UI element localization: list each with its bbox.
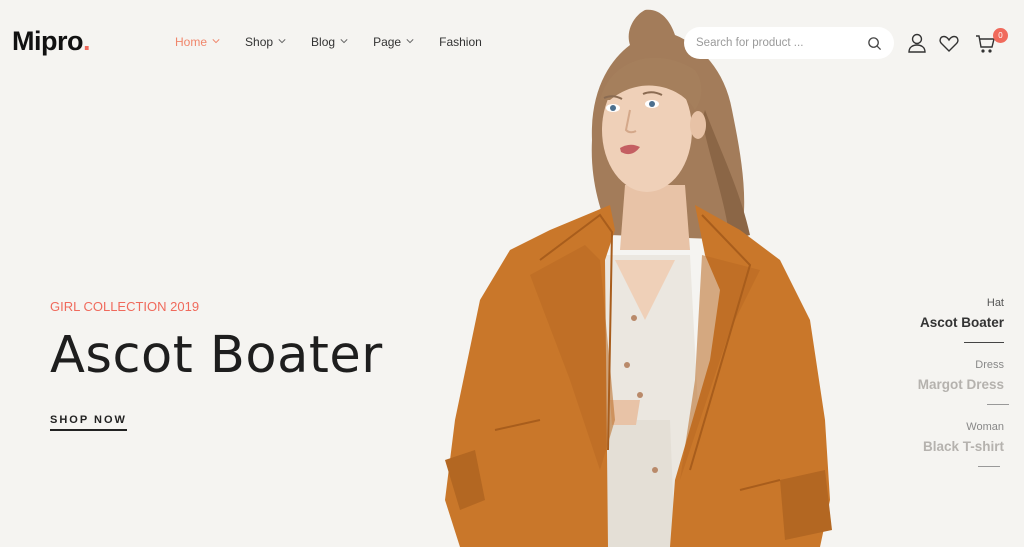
slide-item-black-tshirt[interactable]: Woman Black T-shirt bbox=[894, 421, 1004, 467]
nav-item-fashion[interactable]: Fashion bbox=[439, 35, 482, 49]
slide-category: Woman bbox=[966, 421, 1004, 433]
nav-item-label: Blog bbox=[311, 35, 336, 49]
slide-navigation: Hat Ascot Boater Dress Margot Dress Woma… bbox=[894, 297, 1009, 483]
page: Mipro. Home Shop Blog Page Fashion Searc… bbox=[0, 0, 1024, 547]
site-logo[interactable]: Mipro. bbox=[12, 26, 91, 57]
nav-item-label: Home bbox=[175, 35, 208, 49]
heart-icon bbox=[939, 35, 959, 52]
account-button[interactable] bbox=[906, 32, 928, 54]
model-illustration bbox=[445, 9, 832, 547]
search-bar bbox=[684, 27, 894, 59]
nav-item-label: Fashion bbox=[439, 35, 482, 49]
slide-name: Black T-shirt bbox=[922, 439, 1004, 454]
shop-now-button[interactable]: SHOP NOW bbox=[50, 414, 127, 432]
logo-text: Mipro bbox=[12, 26, 84, 56]
wishlist-button[interactable] bbox=[938, 32, 960, 54]
slide-category: Dress bbox=[975, 359, 1004, 371]
slide-indicator-line bbox=[964, 342, 1004, 343]
nav-item-blog[interactable]: Blog bbox=[311, 35, 348, 49]
main-nav: Home Shop Blog Page Fashion bbox=[175, 35, 482, 49]
logo-dot: . bbox=[83, 26, 91, 56]
nav-item-label: Shop bbox=[245, 35, 274, 49]
hero-content: GIRL COLLECTION 2019 Ascot Boater SHOP N… bbox=[50, 299, 383, 432]
chevron-down-icon bbox=[278, 39, 286, 44]
slide-item-ascot-boater[interactable]: Hat Ascot Boater bbox=[894, 297, 1004, 343]
search-icon[interactable] bbox=[867, 36, 882, 51]
hero-title: Ascot Boater bbox=[50, 326, 383, 385]
nav-item-label: Page bbox=[373, 35, 402, 49]
slide-name: Ascot Boater bbox=[919, 315, 1004, 330]
slide-item-margot-dress[interactable]: Dress Margot Dress bbox=[894, 359, 1009, 405]
slide-name: Margot Dress bbox=[917, 377, 1004, 392]
cart-count-badge: 0 bbox=[993, 28, 1008, 43]
chevron-down-icon bbox=[212, 39, 220, 44]
chevron-down-icon bbox=[406, 39, 414, 44]
nav-item-home[interactable]: Home bbox=[175, 35, 220, 49]
user-icon bbox=[908, 33, 926, 53]
hero-subtitle: GIRL COLLECTION 2019 bbox=[50, 299, 200, 314]
nav-item-page[interactable]: Page bbox=[373, 35, 414, 49]
search-input[interactable] bbox=[696, 37, 867, 49]
slide-category: Hat bbox=[986, 297, 1004, 309]
chevron-down-icon bbox=[340, 39, 348, 44]
slide-indicator-line bbox=[978, 466, 1000, 467]
hero-model-image bbox=[440, 0, 840, 547]
nav-item-shop[interactable]: Shop bbox=[245, 35, 286, 49]
slide-indicator-line bbox=[987, 404, 1009, 405]
